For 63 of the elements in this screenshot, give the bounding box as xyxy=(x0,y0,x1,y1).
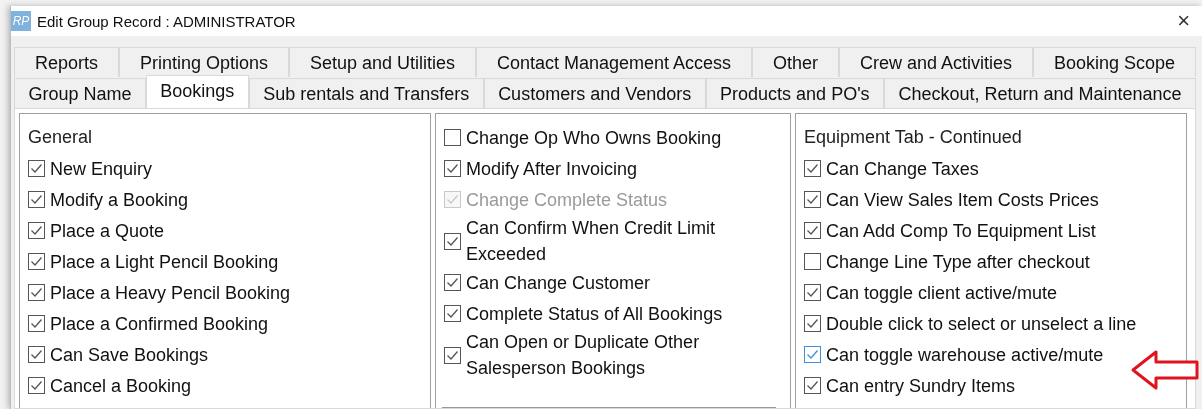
checkbox[interactable] xyxy=(444,129,461,146)
checkbox-label: Can Change Taxes xyxy=(826,157,979,181)
checkbox-label: Place a Confirmed Booking xyxy=(50,312,269,336)
checkbox-label: Can toggle warehouse active/mute xyxy=(826,343,1104,367)
checkbox-label: Place a Light Pencil Booking xyxy=(50,250,279,274)
tab[interactable]: Bookings xyxy=(145,75,249,108)
group-heading: Equipment Tab - Continued xyxy=(804,126,1022,149)
checkbox-label: Change Line Type after checkout xyxy=(826,250,1090,274)
tab[interactable]: Booking Scope xyxy=(1032,47,1196,77)
window-title: Edit Group Record : ADMINISTRATOR xyxy=(37,12,297,30)
checkbox-label: Can Change Customer xyxy=(466,271,651,295)
checkbox[interactable] xyxy=(804,191,821,208)
tab[interactable]: Group Name xyxy=(14,78,146,108)
checkbox[interactable] xyxy=(804,377,821,394)
checkbox-label: Can toggle client active/mute xyxy=(826,281,1058,305)
tab[interactable]: Other xyxy=(752,47,839,77)
checkbox[interactable] xyxy=(804,346,821,363)
checkbox-label: Place a Quote xyxy=(50,219,165,243)
tab[interactable]: Reports xyxy=(14,47,119,77)
app-logo: RP xyxy=(11,11,31,31)
checkbox[interactable] xyxy=(804,222,821,239)
checkbox[interactable] xyxy=(444,160,461,177)
close-button[interactable]: × xyxy=(1165,10,1202,32)
checkbox-label: Complete Status of All Bookings xyxy=(466,302,723,326)
checkbox-label: Modify After Invoicing xyxy=(466,157,638,181)
checkbox-label: Can entry Sundry Items xyxy=(826,374,1016,398)
checkbox-label: Can Confirm When Credit Limit Exceeded xyxy=(466,217,717,266)
checkbox[interactable] xyxy=(444,346,461,364)
checkbox-label: Can Open or Duplicate Other Salesperson Bookings xyxy=(466,331,701,380)
checkbox-label: Change Complete Status xyxy=(466,188,668,212)
tab[interactable]: Sub rentals and Transfers xyxy=(248,78,484,108)
checkbox-label: Place a Heavy Pencil Booking xyxy=(50,281,291,305)
tab[interactable]: Contact Management Access xyxy=(475,47,752,77)
checkbox-label: Double click to select or unselect a line xyxy=(826,312,1137,336)
tab[interactable]: Customers and Vendors xyxy=(483,78,706,108)
group-heading: General xyxy=(28,126,93,149)
checkbox[interactable] xyxy=(804,160,821,177)
checkbox[interactable] xyxy=(28,284,45,301)
checkbox[interactable] xyxy=(804,253,821,270)
tab[interactable]: Setup and Utilities xyxy=(288,47,476,77)
checkbox[interactable] xyxy=(444,305,461,322)
checkbox-label: Modify a Booking xyxy=(50,188,189,212)
checkbox-label: Cancel a Booking xyxy=(50,374,192,398)
checkbox-label: New Enquiry xyxy=(50,157,153,181)
checkbox[interactable] xyxy=(28,160,45,177)
checkbox[interactable] xyxy=(28,222,45,239)
checkbox[interactable] xyxy=(804,315,821,332)
checkbox-label: Can Save Bookings xyxy=(50,343,209,367)
checkbox[interactable] xyxy=(28,191,45,208)
checkbox[interactable] xyxy=(444,274,461,291)
checkbox[interactable] xyxy=(28,346,45,363)
checkbox-label: Can Add Comp To Equipment List xyxy=(826,219,1096,243)
tab[interactable]: Products and PO's xyxy=(705,78,884,108)
checkbox[interactable] xyxy=(444,232,461,250)
checkbox[interactable] xyxy=(28,315,45,332)
checkbox[interactable] xyxy=(804,284,821,301)
checkbox-label: Can View Sales Item Costs Prices xyxy=(826,188,1099,212)
tab[interactable]: Printing Options xyxy=(118,47,289,77)
checkbox-label: Change Op Who Owns Booking xyxy=(466,126,722,150)
checkbox[interactable] xyxy=(28,253,45,270)
checkbox[interactable] xyxy=(28,377,45,394)
tab[interactable]: Crew and Activities xyxy=(838,47,1033,77)
tab[interactable]: Checkout, Return and Maintenance xyxy=(884,78,1196,108)
